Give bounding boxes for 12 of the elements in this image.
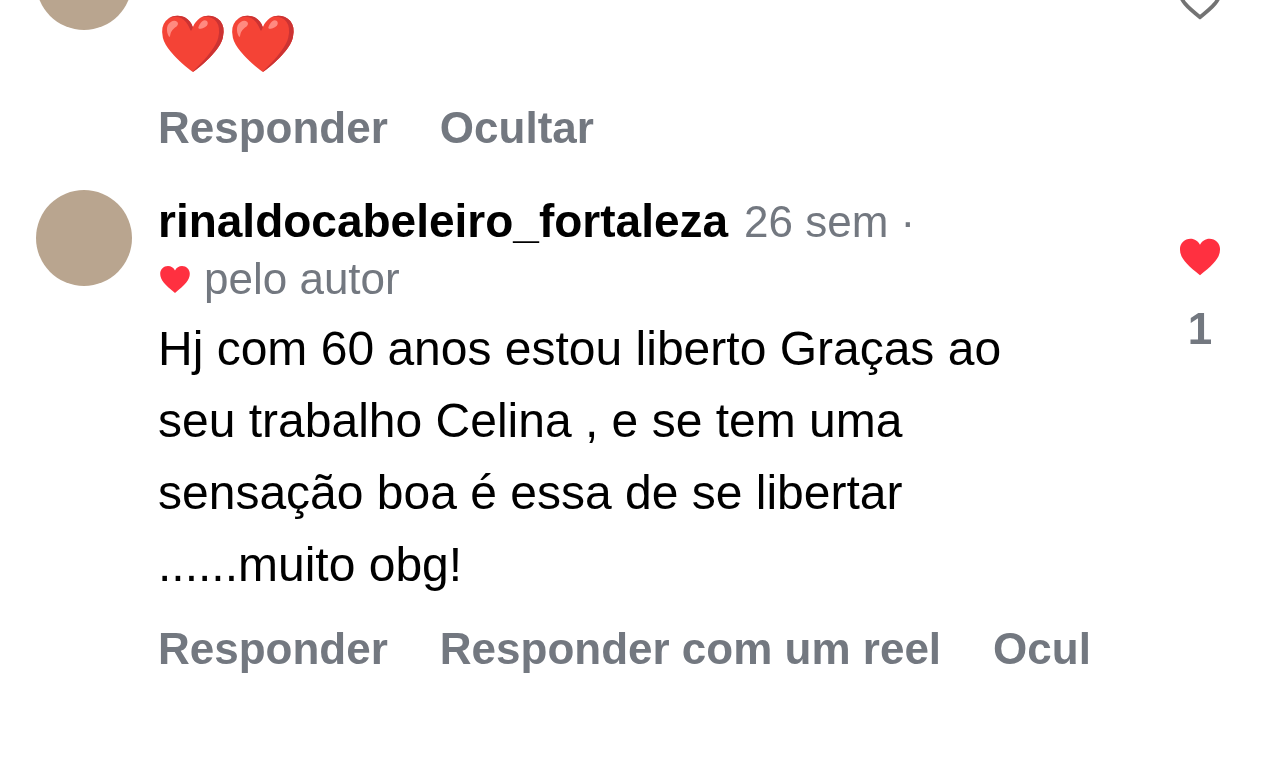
author-liked-label: pelo autor — [204, 253, 400, 305]
action-link[interactable]: Responder — [158, 623, 388, 675]
heart-icon[interactable] — [1177, 236, 1223, 278]
action-link[interactable]: Ocultar — [439, 102, 594, 154]
action-link[interactable]: Responder com um reel — [439, 623, 942, 675]
comment-text: ❤❤ — [158, 11, 299, 77]
username[interactable]: rinaldocabeleiro_fortaleza — [158, 190, 729, 252]
action-link[interactable]: Ocul — [993, 623, 1091, 675]
comment-text: Hj com 60 anos estou liberto Graças ao seu trabalho Celina , e se tem uma sensação boa é essa de se libertar ......muito obg! — [158, 321, 1003, 593]
like-count: 1 — [1187, 303, 1213, 355]
action-link[interactable]: Responder — [158, 102, 388, 154]
comment-time: 26 sem · — [744, 196, 916, 248]
